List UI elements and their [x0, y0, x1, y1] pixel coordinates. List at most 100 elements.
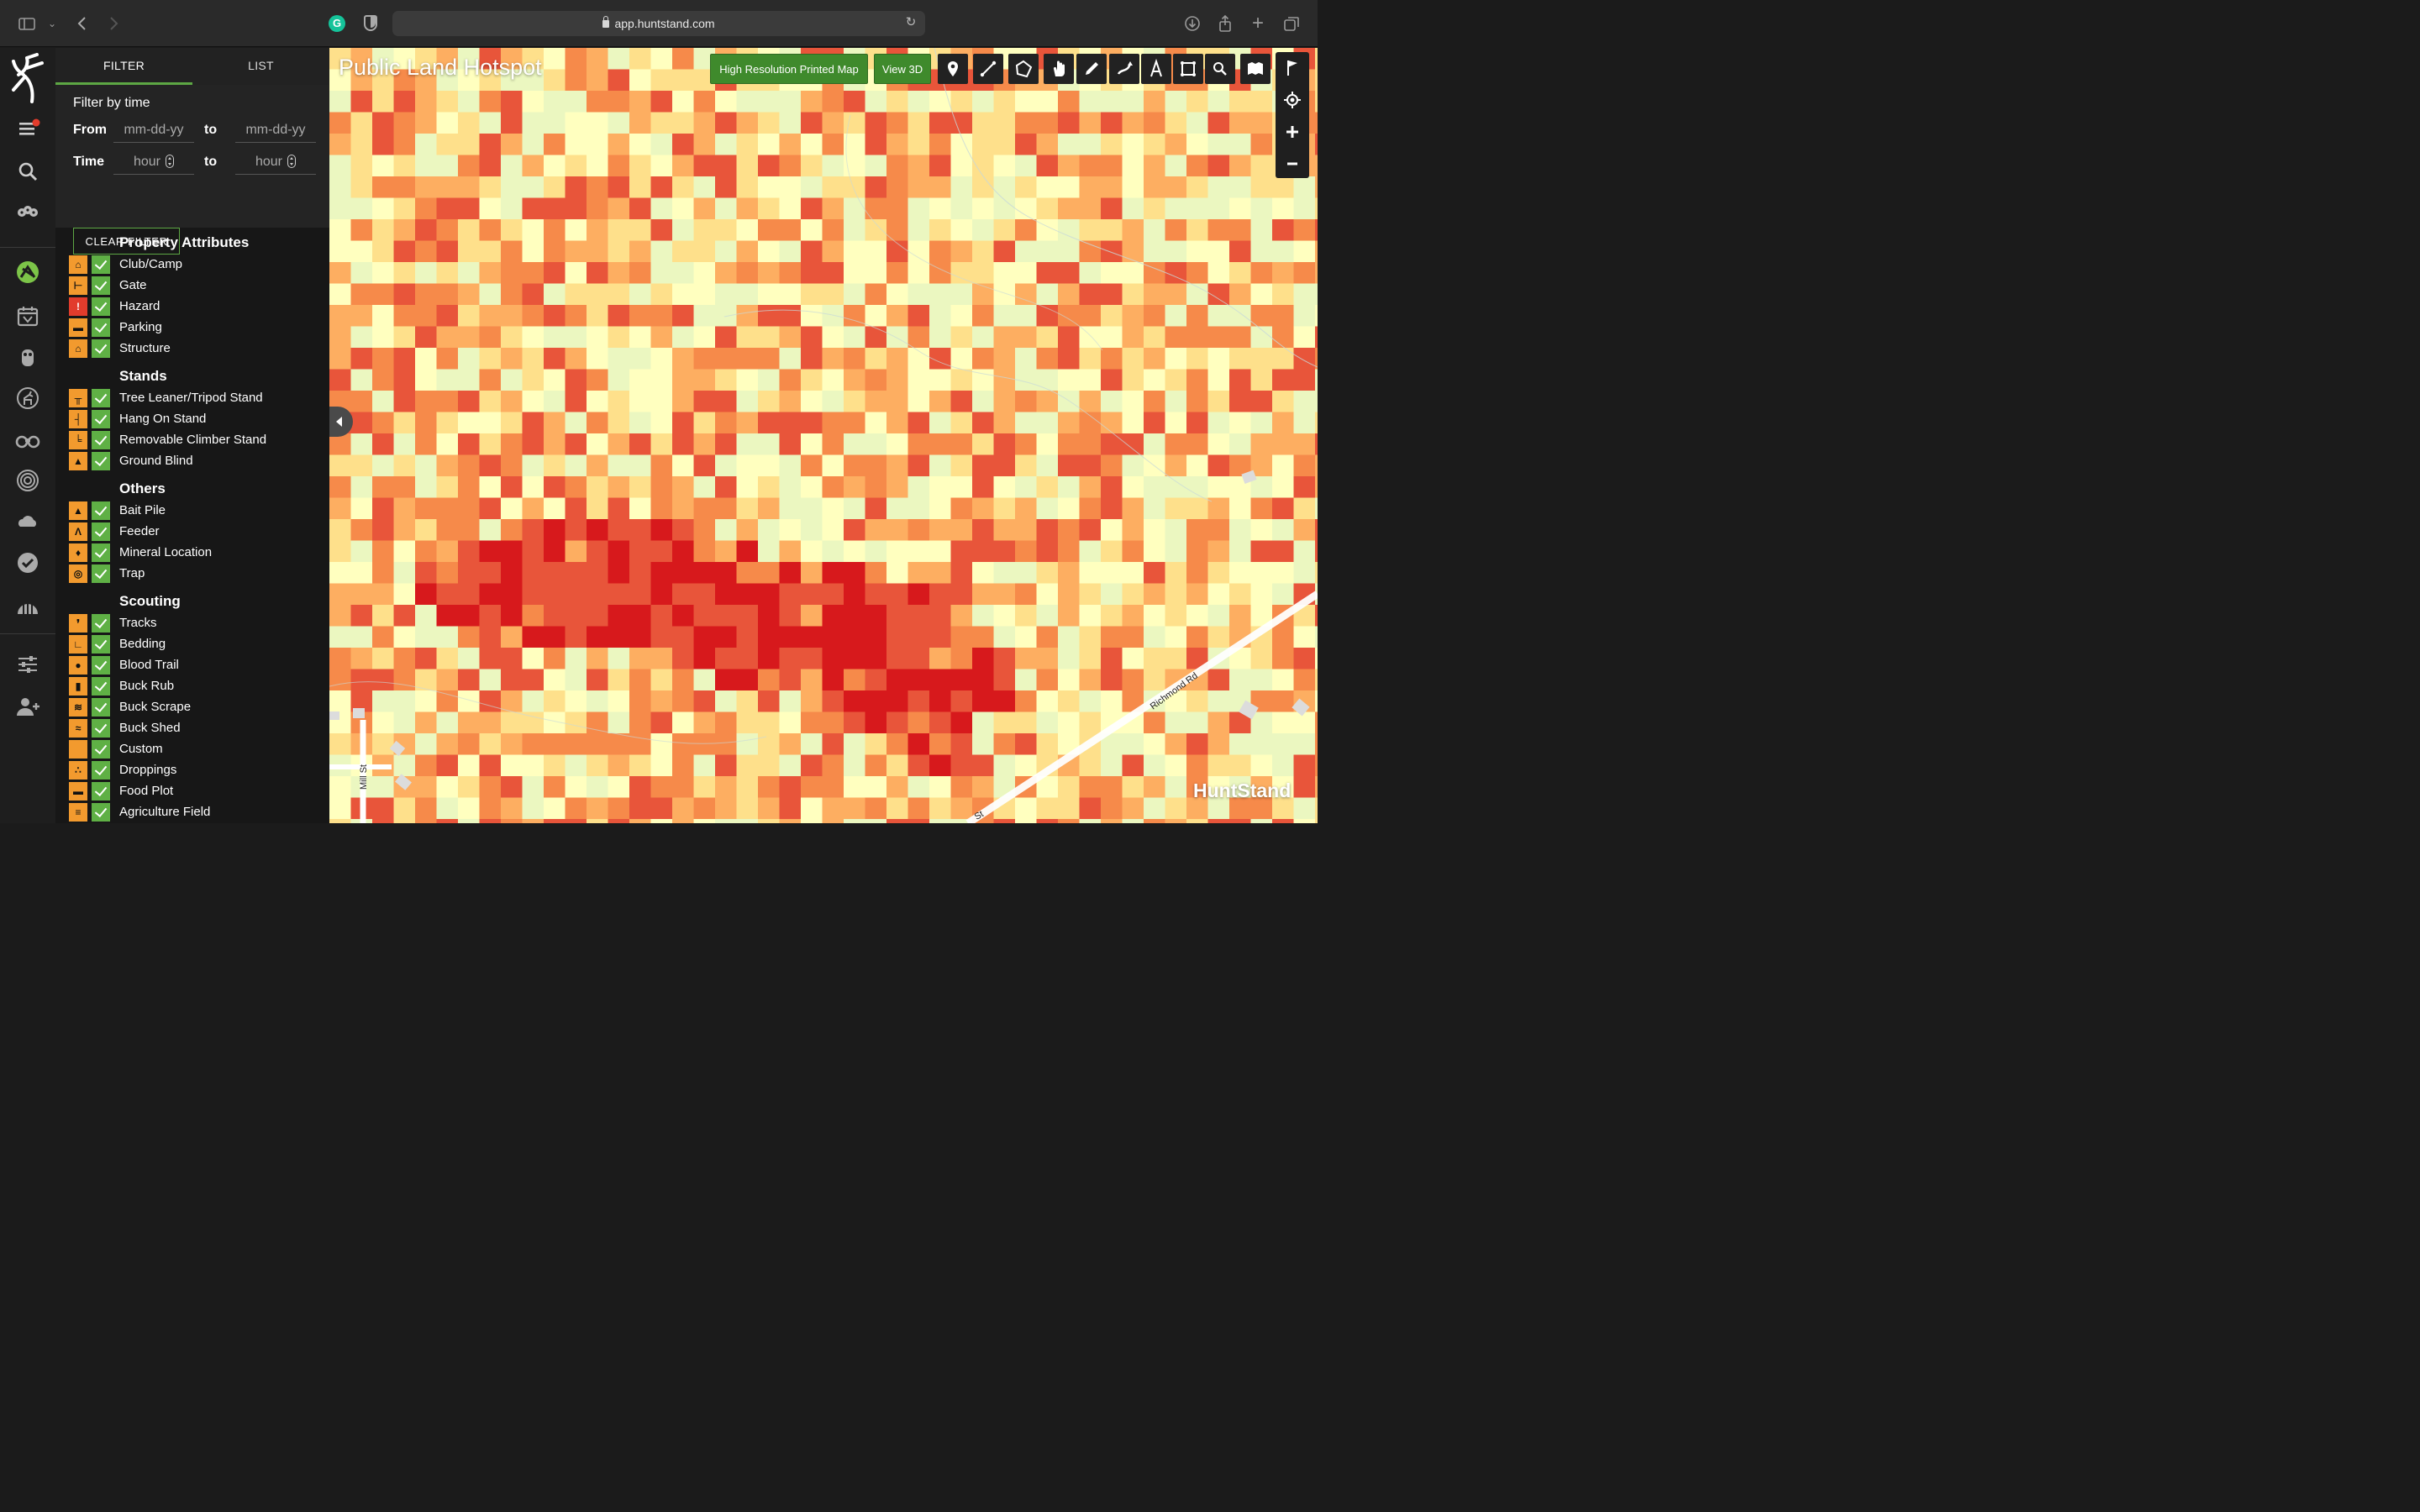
waypoints-icon[interactable] [14, 199, 41, 226]
search-icon[interactable] [14, 158, 41, 185]
checkbox-checked[interactable] [92, 410, 110, 428]
category-item[interactable]: ≡ Agriculture Field [69, 803, 321, 822]
url-bar[interactable]: app.huntstand.com ↻ [392, 11, 925, 36]
hour-spinner-icon[interactable] [166, 154, 175, 168]
category-item[interactable]: ∴ Droppings [69, 761, 321, 780]
new-tab-icon[interactable]: + [1246, 12, 1270, 35]
locate-icon[interactable] [1276, 84, 1309, 116]
checkbox-checked[interactable] [92, 564, 110, 583]
checkbox-checked[interactable] [92, 614, 110, 633]
menu-icon[interactable] [14, 115, 41, 142]
checkbox-checked[interactable] [92, 543, 110, 562]
animal-icon[interactable] [14, 344, 41, 370]
category-item[interactable]: ≈ Buck Shed [69, 719, 321, 738]
hunt-area-icon[interactable] [14, 259, 41, 286]
map-layers-icon[interactable] [1240, 54, 1270, 84]
category-item[interactable]: ∟ Bedding [69, 635, 321, 654]
category-item[interactable]: ● Blood Trail [69, 656, 321, 675]
from-date-input[interactable]: mm-dd-yy [113, 118, 194, 143]
zoom-in-icon[interactable] [1276, 116, 1309, 148]
compass-tool-icon[interactable] [1141, 54, 1171, 84]
category-item[interactable]: ╘ Removable Climber Stand [69, 431, 321, 449]
category-item[interactable]: ▮ Buck Rub [69, 677, 321, 696]
download-icon[interactable] [1181, 12, 1204, 35]
calendar-icon[interactable] [14, 302, 41, 329]
from-hour-input[interactable]: hour [113, 150, 194, 175]
target-icon[interactable] [14, 467, 41, 494]
category-item[interactable]: ╥ Tree Leaner/Tripod Stand [69, 389, 321, 407]
category-item[interactable]: ⌂ Club/Camp [69, 255, 321, 274]
flag-icon[interactable] [1276, 52, 1309, 84]
category-item[interactable]: ♦ Mineral Location [69, 543, 321, 562]
category-item[interactable]: ┤ Hang On Stand [69, 410, 321, 428]
category-item[interactable]: ▲ Ground Blind [69, 452, 321, 470]
pencil-icon[interactable] [1076, 54, 1107, 84]
back-icon[interactable] [71, 12, 94, 35]
checkbox-checked[interactable] [92, 276, 110, 295]
checkbox-checked[interactable] [92, 677, 110, 696]
map-canvas[interactable]: Richmond Rd Mill St St Public Land Hotsp… [329, 48, 1318, 823]
category-item[interactable]: ⌂ Structure [69, 339, 321, 358]
checkbox-checked[interactable] [92, 782, 110, 801]
checkbox-checked[interactable] [92, 803, 110, 822]
settings-sliders-icon[interactable] [14, 651, 41, 678]
category-item[interactable]: Custom [69, 740, 321, 759]
checkbox-checked[interactable] [92, 635, 110, 654]
map-search-icon[interactable] [1205, 54, 1235, 84]
measure-line-icon[interactable] [973, 54, 1003, 84]
category-item[interactable]: ⊢ Gate [69, 276, 321, 295]
view-3d-button[interactable]: View 3D [874, 54, 931, 84]
tab-overview-icon[interactable] [1280, 12, 1303, 35]
deer-icon[interactable] [14, 385, 41, 412]
binoculars-icon[interactable] [14, 427, 41, 454]
category-item[interactable]: ≋ Buck Scrape [69, 698, 321, 717]
checkbox-checked[interactable] [92, 255, 110, 274]
zoom-out-icon[interactable] [1276, 148, 1309, 180]
hand-pan-icon[interactable] [1044, 54, 1074, 84]
checkbox-checked[interactable] [92, 698, 110, 717]
reload-icon[interactable]: ↻ [903, 15, 918, 30]
to-date-input[interactable]: mm-dd-yy [235, 118, 316, 143]
tab-filter[interactable]: FILTER [55, 48, 192, 85]
route-icon[interactable] [1109, 54, 1139, 84]
share-icon[interactable] [1213, 12, 1237, 35]
boundary-icon[interactable] [1173, 54, 1203, 84]
forward-icon[interactable] [102, 12, 125, 35]
sidebar-toggle-icon[interactable] [15, 12, 39, 35]
category-item[interactable]: ▲ Bait Pile [69, 501, 321, 520]
category-item[interactable]: ▬ Food Plot [69, 782, 321, 801]
checkbox-checked[interactable] [92, 318, 110, 337]
checkbox-checked[interactable] [92, 389, 110, 407]
category-item-label: Buck Rub [119, 679, 175, 693]
checkbox-checked[interactable] [92, 501, 110, 520]
checkbox-checked[interactable] [92, 761, 110, 780]
category-item[interactable]: Λ Feeder [69, 522, 321, 541]
shield-icon[interactable] [364, 15, 377, 31]
checkbox-checked[interactable] [92, 452, 110, 470]
pin-icon[interactable] [938, 54, 968, 84]
solunar-icon[interactable] [14, 591, 41, 617]
polygon-icon[interactable] [1008, 54, 1039, 84]
huntstand-logo-icon[interactable] [8, 53, 47, 105]
checkbox-checked[interactable] [92, 339, 110, 358]
category-item[interactable]: ▬ Parking [69, 318, 321, 337]
to-hour-input[interactable]: hour [235, 150, 316, 175]
add-user-icon[interactable] [14, 693, 41, 720]
checkbox-checked[interactable] [92, 522, 110, 541]
checkbox-checked[interactable] [92, 719, 110, 738]
category-item[interactable]: ! Hazard [69, 297, 321, 316]
checkbox-checked[interactable] [92, 431, 110, 449]
chevron-down-icon[interactable]: ⌄ [40, 12, 64, 35]
category-item[interactable]: ◎ Trap [69, 564, 321, 583]
weather-icon[interactable] [14, 508, 41, 535]
checklist-icon[interactable] [14, 549, 41, 576]
checkbox-checked[interactable] [92, 740, 110, 759]
tab-list[interactable]: LIST [192, 48, 329, 85]
checkbox-checked[interactable] [92, 297, 110, 316]
to-hour-placeholder: hour [255, 155, 283, 169]
print-map-button[interactable]: High Resolution Printed Map [710, 54, 868, 84]
hour-spinner-icon[interactable] [287, 154, 297, 168]
grammarly-icon[interactable]: G [329, 15, 345, 32]
checkbox-checked[interactable] [92, 656, 110, 675]
category-item[interactable]: ❜ Tracks [69, 614, 321, 633]
